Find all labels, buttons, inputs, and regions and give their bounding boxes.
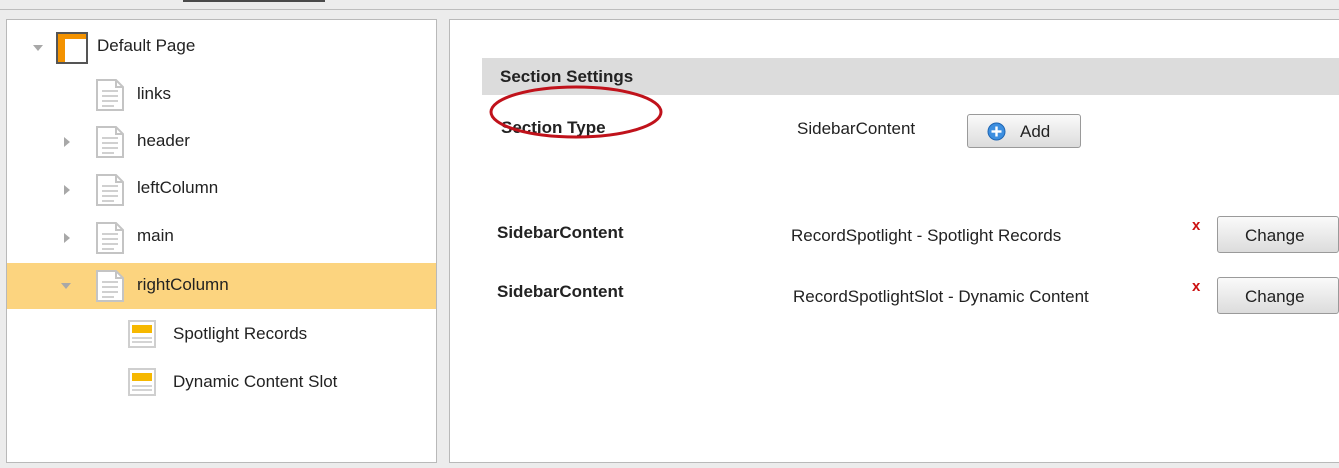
active-tab-indicator[interactable]: [183, 0, 325, 9]
tree-node-links[interactable]: links: [7, 71, 436, 117]
change-button[interactable]: Change: [1217, 216, 1339, 253]
tree-node-label: links: [137, 84, 172, 103]
section-settings-title: Section Settings: [500, 67, 634, 86]
tab-divider: [0, 9, 1339, 10]
tree-node-label: Dynamic Content Slot: [173, 372, 338, 391]
remove-content-icon[interactable]: x: [1192, 278, 1200, 295]
tree-node-label: main: [137, 226, 174, 245]
change-button-label: Change: [1245, 287, 1305, 306]
tree-node-label: Spotlight Records: [173, 324, 308, 343]
content-type-label: SidebarContent: [497, 223, 624, 242]
expand-arrow-icon[interactable]: [64, 233, 70, 243]
document-icon: [96, 174, 124, 206]
expand-arrow-icon[interactable]: [64, 137, 70, 147]
tree-node-main[interactable]: main: [7, 214, 436, 260]
content-name: RecordSpotlightSlot - Dynamic Content: [793, 287, 1089, 306]
add-button[interactable]: Add: [967, 114, 1081, 148]
tree-node-label: leftColumn: [137, 178, 219, 197]
plus-circle-icon: [987, 122, 1006, 141]
section-settings-header: Section Settings: [482, 58, 1339, 95]
document-icon: [96, 126, 124, 158]
expand-arrow-icon[interactable]: [33, 45, 43, 51]
document-icon: [96, 270, 124, 302]
page-tree-panel: Default Page links header leftColumn mai…: [6, 19, 437, 463]
document-icon: [96, 222, 124, 254]
tree-node-dynamic-content-slot[interactable]: Dynamic Content Slot: [7, 360, 436, 406]
content-name: RecordSpotlight - Spotlight Records: [791, 226, 1062, 245]
expand-arrow-icon[interactable]: [64, 185, 70, 195]
content-type-label: SidebarContent: [497, 282, 624, 301]
section-type-label: Section Type: [501, 118, 606, 137]
change-button-label: Change: [1245, 226, 1305, 245]
tree-node-label: Default Page: [97, 36, 196, 55]
tree-node-default-page[interactable]: Default Page: [7, 24, 436, 70]
change-button[interactable]: Change: [1217, 277, 1339, 314]
tree-node-label: rightColumn: [137, 275, 229, 294]
tree-node-header[interactable]: header: [7, 118, 436, 164]
tree-node-leftcolumn[interactable]: leftColumn: [7, 166, 436, 212]
add-button-label: Add: [1020, 122, 1051, 141]
content-block-icon: [128, 320, 156, 348]
section-settings-panel: Section Settings Section Type SidebarCon…: [449, 19, 1339, 463]
document-icon: [96, 79, 124, 111]
tree-node-spotlight-records[interactable]: Spotlight Records: [7, 311, 436, 357]
tree-node-label: header: [137, 131, 190, 150]
tree-node-rightcolumn[interactable]: rightColumn: [7, 263, 436, 309]
section-type-value: SidebarContent: [797, 119, 916, 138]
remove-content-icon[interactable]: x: [1192, 217, 1200, 234]
content-block-icon: [128, 368, 156, 396]
collapse-arrow-icon[interactable]: [61, 283, 71, 289]
page-layout-icon: [56, 32, 88, 64]
